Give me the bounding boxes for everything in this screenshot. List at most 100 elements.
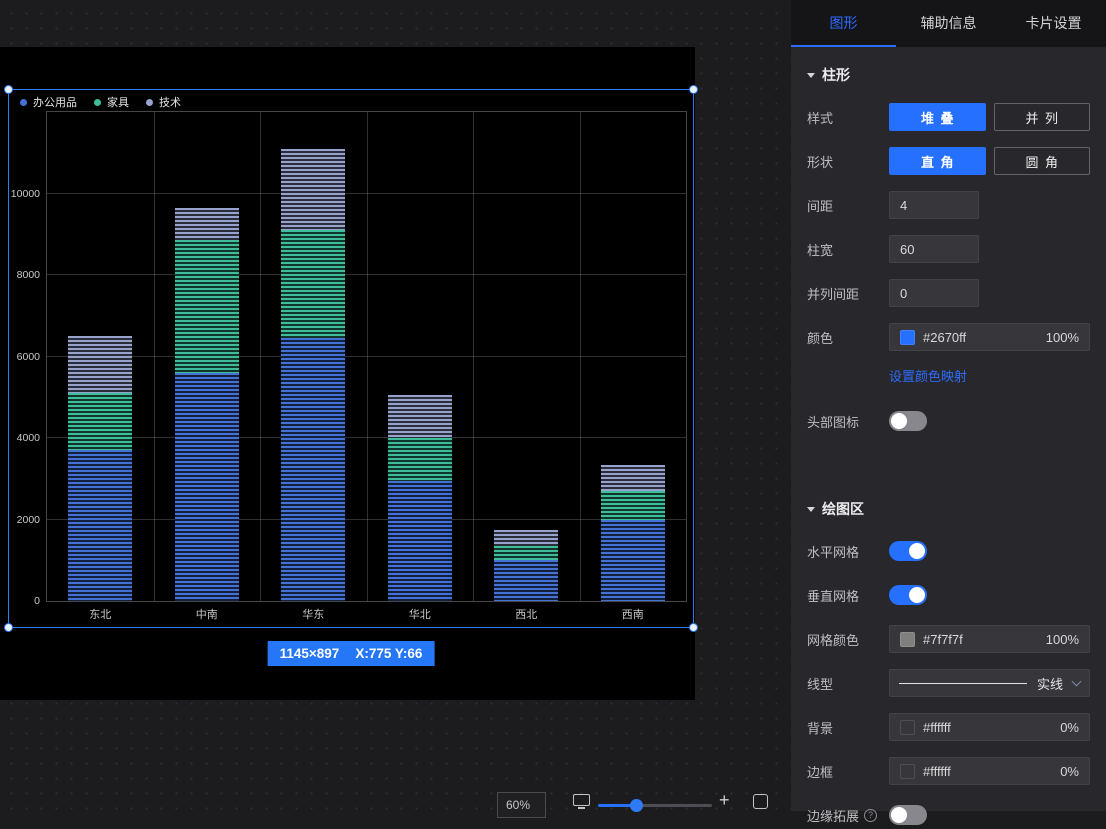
legend-item[interactable]: 家具 <box>94 94 129 110</box>
legend-dot-icon <box>94 99 101 106</box>
chevron-down-icon <box>1072 676 1082 686</box>
bar-segment-家具 <box>388 438 452 481</box>
actual-size-icon[interactable] <box>753 794 768 809</box>
section-plot-header[interactable]: 绘图区 <box>807 499 1090 519</box>
row-head-icon: 头部图标 <box>807 407 1090 435</box>
plot-area: 0200040006000800010000东北中南华东华北西北西南 <box>46 111 687 602</box>
gap-input[interactable] <box>889 191 979 219</box>
border-opacity: 0% <box>1060 764 1079 779</box>
background-opacity: 0% <box>1060 720 1079 735</box>
h-grid-toggle[interactable] <box>889 541 927 561</box>
legend-label: 家具 <box>107 94 129 110</box>
row-style: 样式 堆叠 并列 <box>807 103 1090 131</box>
row-edge-expand: 边缘拓展 ? <box>807 801 1090 829</box>
grid-color-opacity: 100% <box>1046 632 1079 647</box>
bar-segment-技术 <box>175 208 239 241</box>
style-label: 样式 <box>807 108 889 127</box>
style-parallel-button[interactable]: 并列 <box>994 103 1091 131</box>
tab-graphic[interactable]: 图形 <box>791 0 896 47</box>
zoom-in-button[interactable]: + <box>719 790 730 811</box>
zoom-level-value: 60% <box>506 798 530 812</box>
parallel-gap-label: 并列间距 <box>807 284 889 303</box>
shape-right-angle-button[interactable]: 直角 <box>889 147 986 175</box>
v-grid-toggle[interactable] <box>889 585 927 605</box>
selection-position: X:775 Y:66 <box>355 646 422 661</box>
bar-segment-家具 <box>175 240 239 372</box>
gridline-vertical <box>154 112 155 601</box>
grid-color-picker[interactable]: #7f7f7f 100% <box>889 625 1090 653</box>
bar-width-input[interactable] <box>889 235 979 263</box>
fit-screen-icon[interactable] <box>573 794 590 806</box>
line-sample <box>899 683 1027 684</box>
color-picker[interactable]: #2670ff 100% <box>889 323 1090 351</box>
panel-content: 柱形 样式 堆叠 并列 形状 直角 圆角 间距 柱宽 <box>791 47 1106 829</box>
legend-label: 技术 <box>159 94 181 110</box>
gridline-vertical <box>367 112 368 601</box>
chart-widget[interactable]: 办公用品 家具 技术 0200040006000800010000东北中南华东华北西… <box>8 89 694 628</box>
properties-panel: 图形 辅助信息 卡片设置 柱形 样式 堆叠 并列 形状 直角 圆角 间距 <box>791 0 1106 811</box>
gap-label: 间距 <box>807 196 889 215</box>
resize-handle-top-left[interactable] <box>4 85 13 94</box>
bar-segment-技术 <box>281 149 345 230</box>
border-label: 边框 <box>807 762 889 781</box>
bar-column: 西北 <box>494 112 558 601</box>
edge-expand-label: 边缘拓展 <box>807 806 859 825</box>
zoom-slider[interactable] <box>598 798 712 812</box>
line-type-select[interactable]: 实线 <box>889 669 1090 697</box>
h-grid-label: 水平网格 <box>807 542 889 561</box>
y-axis-label: 0 <box>34 595 40 607</box>
x-axis-label: 西北 <box>494 606 558 622</box>
color-label: 颜色 <box>807 328 889 347</box>
section-bar-header[interactable]: 柱形 <box>807 65 1090 85</box>
row-bar-width: 柱宽 <box>807 235 1090 263</box>
grid-color-hex: #7f7f7f <box>923 632 963 647</box>
bar-segment-办公用品 <box>601 520 665 601</box>
line-type-label: 线型 <box>807 674 889 693</box>
y-axis-label: 6000 <box>17 351 40 363</box>
selection-badge: 1145×897 X:775 Y:66 <box>268 641 435 666</box>
y-axis-label: 10000 <box>11 188 40 200</box>
legend-item[interactable]: 办公用品 <box>20 94 77 110</box>
head-icon-label: 头部图标 <box>807 412 889 431</box>
grid-color-label: 网格颜色 <box>807 630 889 649</box>
x-axis-label: 中南 <box>175 606 239 622</box>
head-icon-toggle[interactable] <box>889 411 927 431</box>
resize-handle-top-right[interactable] <box>689 85 698 94</box>
row-background: 背景 #ffffff 0% <box>807 713 1090 741</box>
color-mapping-link[interactable]: 设置颜色映射 <box>889 366 967 385</box>
toggle-knob <box>909 543 925 559</box>
y-axis-label: 2000 <box>17 514 40 526</box>
legend-item[interactable]: 技术 <box>146 94 181 110</box>
selection-size: 1145×897 <box>280 646 340 661</box>
edge-expand-toggle[interactable] <box>889 805 927 825</box>
tab-auxiliary-info[interactable]: 辅助信息 <box>896 0 1001 47</box>
background-hex: #ffffff <box>923 720 951 735</box>
panel-tabs: 图形 辅助信息 卡片设置 <box>791 0 1106 47</box>
background-label: 背景 <box>807 718 889 737</box>
resize-handle-bottom-right[interactable] <box>689 623 698 632</box>
row-gap: 间距 <box>807 191 1090 219</box>
parallel-gap-input[interactable] <box>889 279 979 307</box>
border-color-picker[interactable]: #ffffff 0% <box>889 757 1090 785</box>
bar-segment-办公用品 <box>388 481 452 601</box>
style-stacked-button[interactable]: 堆叠 <box>889 103 986 131</box>
shape-rounded-button[interactable]: 圆角 <box>994 147 1091 175</box>
bar-segment-办公用品 <box>281 338 345 601</box>
line-type-value: 实线 <box>1037 674 1063 693</box>
collapse-caret-icon <box>807 507 815 512</box>
row-h-grid: 水平网格 <box>807 537 1090 565</box>
bar-column: 东北 <box>68 112 132 601</box>
bar-column: 华东 <box>281 112 345 601</box>
toggle-knob <box>891 807 907 823</box>
row-color: 颜色 #2670ff 100% <box>807 323 1090 351</box>
tab-card-settings[interactable]: 卡片设置 <box>1001 0 1106 47</box>
bar-segment-办公用品 <box>68 450 132 601</box>
row-shape: 形状 直角 圆角 <box>807 147 1090 175</box>
bar-segment-家具 <box>68 393 132 450</box>
background-color-picker[interactable]: #ffffff 0% <box>889 713 1090 741</box>
zoom-level-select[interactable]: 60% <box>497 792 546 818</box>
row-grid-color: 网格颜色 #7f7f7f 100% <box>807 625 1090 653</box>
design-canvas[interactable]: 办公用品 家具 技术 0200040006000800010000东北中南华东华北西… <box>0 47 695 700</box>
resize-handle-bottom-left[interactable] <box>4 623 13 632</box>
zoom-slider-knob[interactable] <box>630 799 643 812</box>
